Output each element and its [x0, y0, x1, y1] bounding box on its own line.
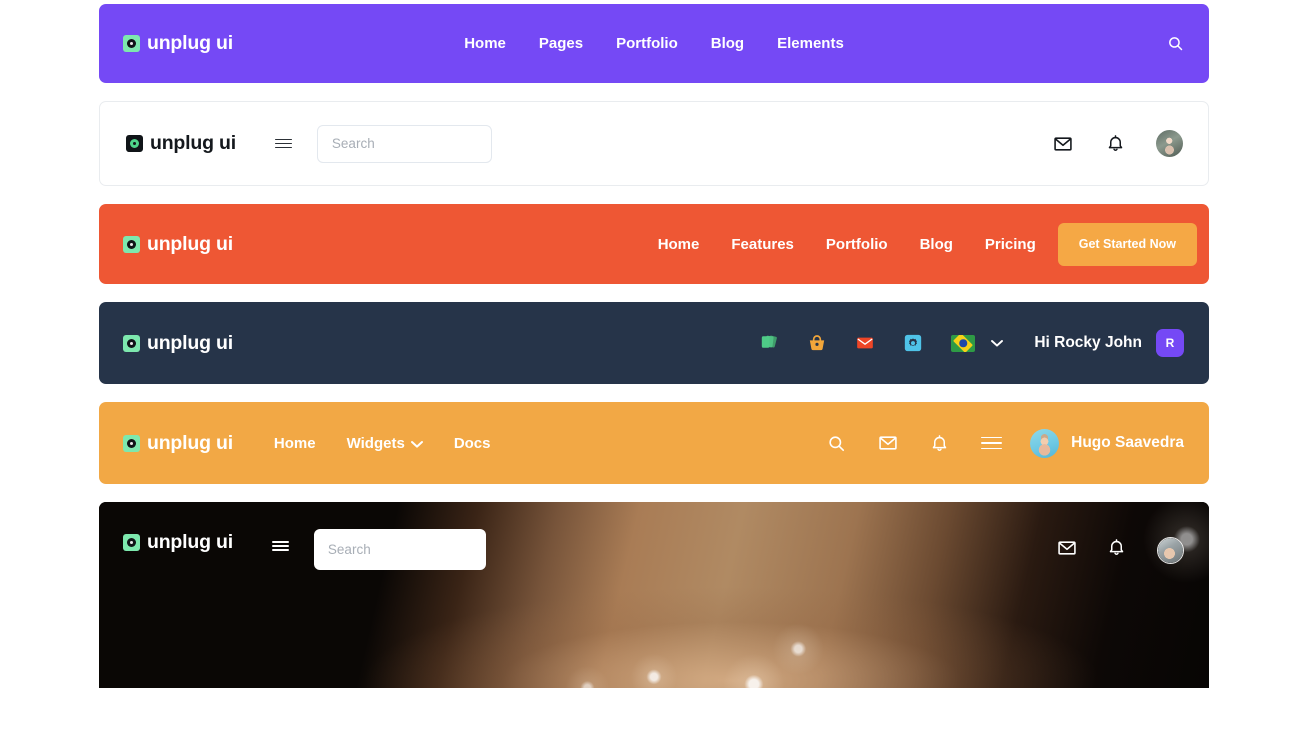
search-placeholder: Search: [327, 542, 371, 557]
unplug-logo-icon: [126, 135, 143, 152]
brand-logo-orange[interactable]: unplug ui: [123, 233, 233, 256]
amber-header: unplug ui Home Widgets Docs Hugo Saavedr…: [99, 402, 1209, 484]
orange-header: unplug ui Home Features Portfolio Blog P…: [99, 204, 1209, 284]
language-selector[interactable]: [951, 334, 1004, 352]
nav-link-pricing[interactable]: Pricing: [985, 236, 1036, 253]
search-input[interactable]: Search: [316, 124, 492, 163]
purple-header-nav: Home Pages Portfolio Blog Elements: [464, 35, 844, 52]
photo-header: unplug ui Search: [99, 502, 1209, 688]
brand-name: unplug ui: [147, 531, 233, 553]
nav-link-pages[interactable]: Pages: [539, 35, 583, 52]
mail-icon[interactable]: [1057, 538, 1077, 558]
cards-icon[interactable]: [759, 334, 779, 352]
hamburger-icon[interactable]: [981, 436, 1003, 450]
nav-link-home[interactable]: Home: [658, 236, 700, 253]
header-background-image: [99, 502, 1209, 688]
nav-link-widgets[interactable]: Widgets: [347, 435, 423, 452]
hamburger-icon[interactable]: [274, 138, 292, 149]
search-icon[interactable]: [1167, 35, 1184, 52]
nav-link-features[interactable]: Features: [731, 236, 794, 253]
bell-icon[interactable]: [1107, 538, 1126, 557]
mail-icon[interactable]: [878, 433, 898, 453]
hamburger-icon[interactable]: [271, 541, 289, 551]
bell-icon[interactable]: [930, 434, 949, 453]
headers-showcase-page: unplug ui Home Pages Portfolio Blog Elem…: [0, 4, 1316, 729]
brand-logo-photo[interactable]: unplug ui: [123, 531, 233, 554]
mail-icon[interactable]: [1053, 134, 1073, 154]
brand-name: unplug ui: [147, 331, 233, 354]
orange-header-nav: Home Features Portfolio Blog Pricing: [658, 236, 1036, 253]
white-header: unplug ui Search: [99, 101, 1209, 186]
unplug-logo-icon: [123, 534, 140, 551]
nav-link-blog[interactable]: Blog: [711, 35, 744, 52]
nav-link-portfolio[interactable]: Portfolio: [826, 236, 888, 253]
avatar[interactable]: [1030, 428, 1060, 458]
brand-name: unplug ui: [147, 32, 233, 54]
bell-icon[interactable]: [1106, 134, 1125, 153]
basket-icon[interactable]: [807, 333, 827, 353]
search-icon[interactable]: [827, 434, 846, 453]
brand-name: unplug ui: [147, 232, 233, 255]
brand-logo-purple[interactable]: unplug ui: [123, 32, 233, 55]
brand-logo-amber[interactable]: unplug ui: [123, 432, 233, 455]
amber-header-nav: Home Widgets Docs: [274, 435, 491, 452]
avatar[interactable]: R: [1156, 329, 1184, 357]
unplug-logo-icon: [123, 35, 140, 52]
greeting-text: Hi Rocky John: [1034, 334, 1142, 351]
brand-logo-navy[interactable]: unplug ui: [123, 332, 233, 355]
chevron-down-icon: [991, 340, 1004, 347]
get-started-button[interactable]: Get Started Now: [1057, 222, 1197, 266]
navy-header-icons: [759, 333, 1004, 353]
avatar[interactable]: [1157, 537, 1184, 564]
unplug-logo-icon: [123, 334, 140, 352]
mail-icon[interactable]: [855, 333, 875, 353]
nav-link-docs[interactable]: Docs: [454, 435, 491, 452]
search-input[interactable]: Search: [313, 529, 486, 570]
user-name: Hugo Saavedra: [1071, 434, 1184, 451]
search-placeholder: Search: [331, 136, 375, 151]
avatar[interactable]: [1156, 130, 1183, 157]
chevron-down-icon: [410, 440, 423, 448]
brand-name: unplug ui: [150, 132, 236, 154]
nav-link-widgets-label: Widgets: [346, 434, 405, 452]
nav-link-blog[interactable]: Blog: [920, 236, 953, 253]
navy-header: unplug ui Hi Rocky John R: [99, 302, 1209, 384]
nav-link-home[interactable]: Home: [464, 35, 506, 52]
unplug-logo-icon: [123, 434, 140, 452]
unplug-logo-icon: [123, 235, 140, 253]
gear-icon[interactable]: [903, 333, 923, 353]
nav-link-elements[interactable]: Elements: [777, 35, 844, 52]
nav-link-home[interactable]: Home: [274, 435, 316, 452]
purple-header: unplug ui Home Pages Portfolio Blog Elem…: [99, 4, 1209, 83]
amber-header-icons: [827, 433, 1003, 453]
brazil-flag-icon: [951, 334, 976, 352]
brand-logo-white[interactable]: unplug ui: [126, 132, 236, 155]
nav-link-portfolio[interactable]: Portfolio: [616, 35, 678, 52]
brand-name: unplug ui: [147, 431, 233, 454]
